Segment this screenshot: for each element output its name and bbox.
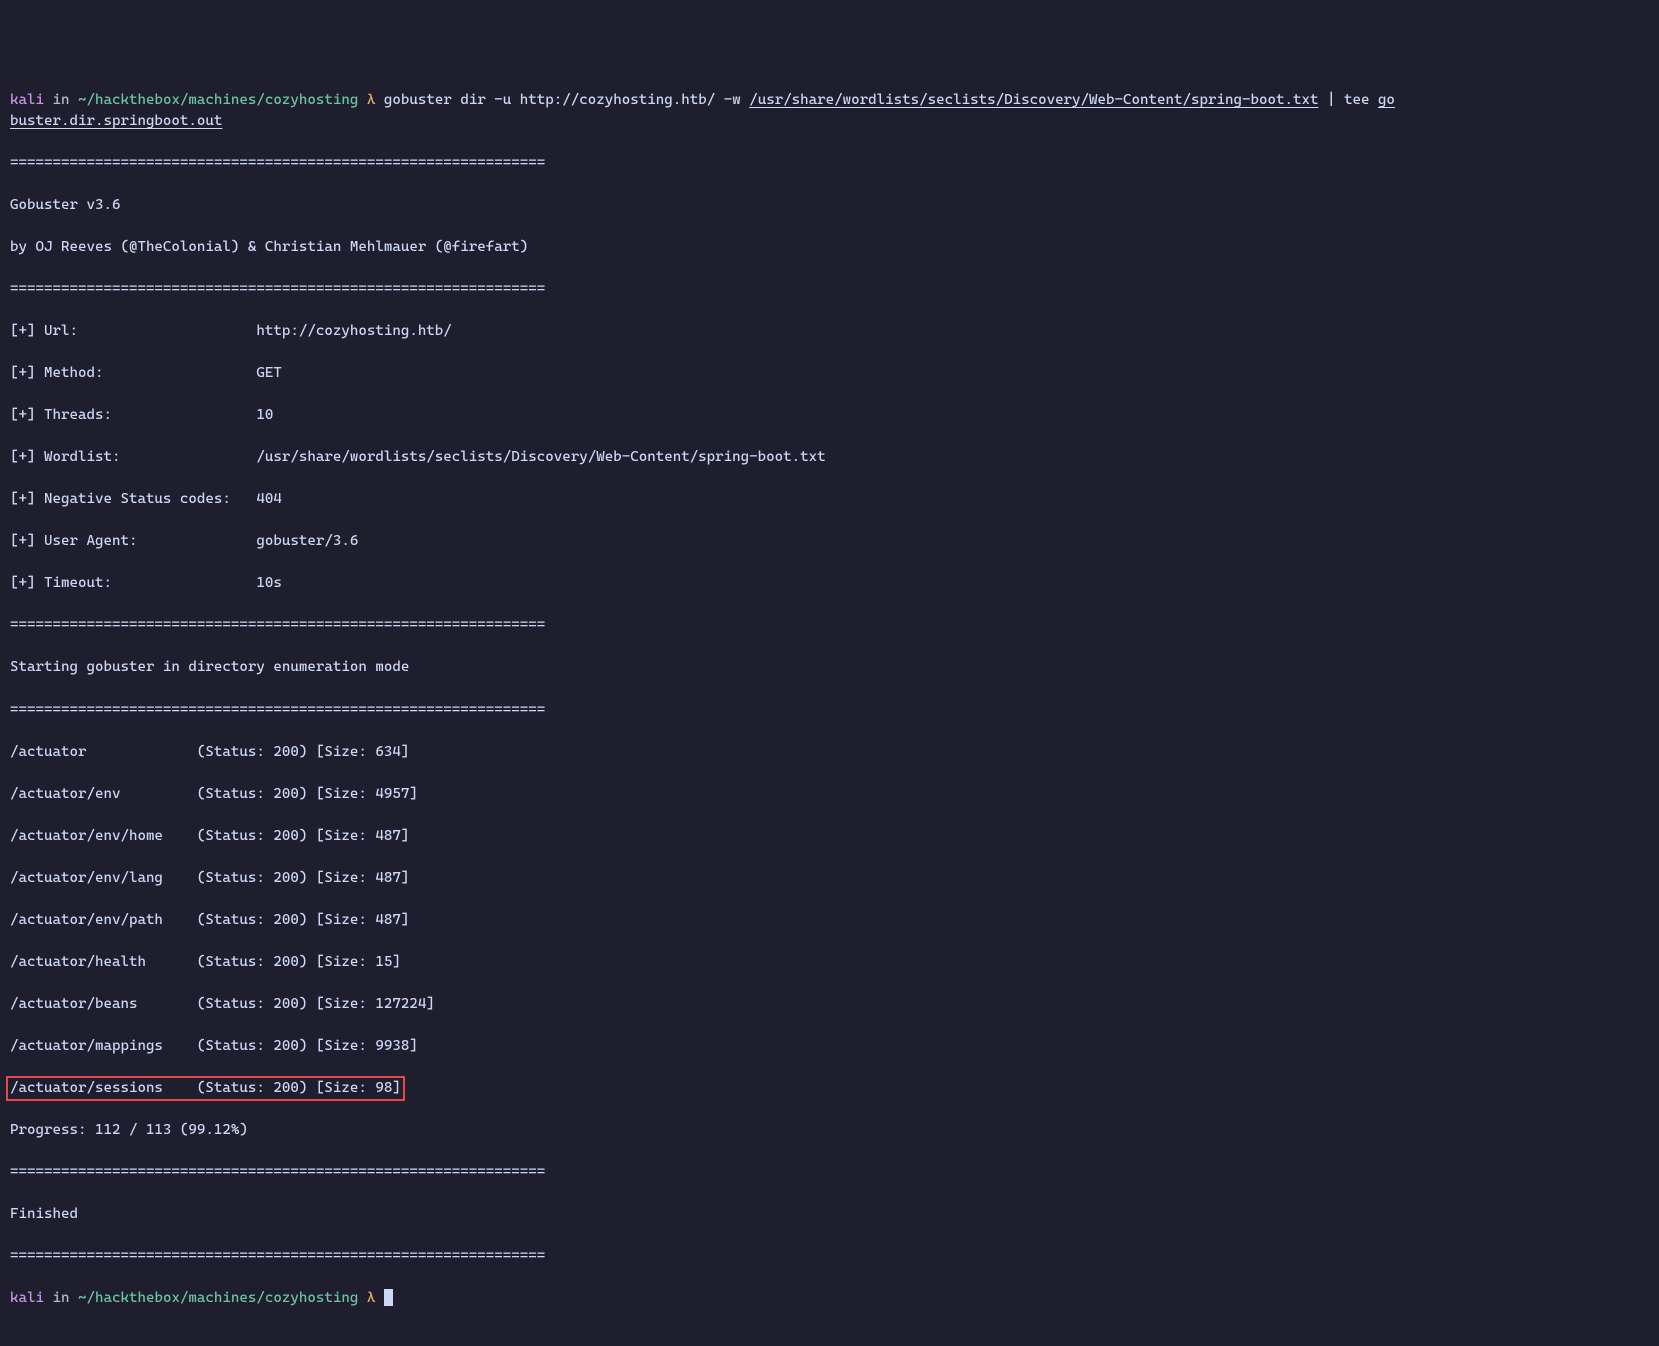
rule-line: ========================================… bbox=[10, 279, 1649, 300]
info-threads: [+] Threads: 10 bbox=[10, 405, 1649, 426]
wordlist-arg: /usr/share/wordlists/seclists/Discovery/… bbox=[749, 92, 1318, 108]
finished-line: Finished bbox=[10, 1204, 1649, 1225]
result-row: /actuator/env/lang (Status: 200) [Size: … bbox=[10, 868, 1649, 889]
rule-line: ========================================… bbox=[10, 700, 1649, 721]
info-url: [+] Url: http://cozyhosting.htb/ bbox=[10, 321, 1649, 342]
prompt-in: in bbox=[52, 1290, 69, 1306]
outfile-part2: buster.dir.springboot.out bbox=[10, 113, 222, 129]
prompt-line-2[interactable]: kali in ~/hackthebox/machines/cozyhostin… bbox=[10, 1288, 1649, 1309]
info-neg: [+] Negative Status codes: 404 bbox=[10, 489, 1649, 510]
result-row: /actuator/env/path (Status: 200) [Size: … bbox=[10, 910, 1649, 931]
result-row: /actuator/env/home (Status: 200) [Size: … bbox=[10, 826, 1649, 847]
banner-line-2: by OJ Reeves (@TheColonial) & Christian … bbox=[10, 237, 1649, 258]
progress-line: Progress: 112 / 113 (99.12%) bbox=[10, 1120, 1649, 1141]
prompt-path: ~/hackthebox/machines/cozyhosting bbox=[78, 1290, 358, 1306]
command-text: gobuster dir -u http://cozyhosting.htb/ … bbox=[384, 92, 749, 108]
outfile-part1: go bbox=[1378, 92, 1395, 108]
cursor-icon bbox=[384, 1289, 393, 1306]
pipe-char: | bbox=[1318, 92, 1344, 108]
tee-cmd: tee bbox=[1344, 92, 1378, 108]
prompt-lambda-icon: λ bbox=[367, 92, 376, 108]
prompt-line-1[interactable]: kali in ~/hackthebox/machines/cozyhostin… bbox=[10, 90, 1649, 132]
info-timeout: [+] Timeout: 10s bbox=[10, 573, 1649, 594]
rule-line: ========================================… bbox=[10, 615, 1649, 636]
starting-line: Starting gobuster in directory enumerati… bbox=[10, 657, 1649, 678]
rule-line: ========================================… bbox=[10, 1162, 1649, 1183]
banner-line-1: Gobuster v3.6 bbox=[10, 195, 1649, 216]
highlighted-result: /actuator/sessions (Status: 200) [Size: … bbox=[6, 1076, 405, 1101]
info-ua: [+] User Agent: gobuster/3.6 bbox=[10, 531, 1649, 552]
result-row: /actuator/mappings (Status: 200) [Size: … bbox=[10, 1036, 1649, 1057]
result-row: /actuator/beans (Status: 200) [Size: 127… bbox=[10, 994, 1649, 1015]
info-method: [+] Method: GET bbox=[10, 363, 1649, 384]
result-row: /actuator/env (Status: 200) [Size: 4957] bbox=[10, 784, 1649, 805]
rule-line: ========================================… bbox=[10, 1246, 1649, 1267]
prompt-user: kali bbox=[10, 92, 44, 108]
prompt-lambda-icon: λ bbox=[367, 1290, 376, 1306]
rule-line: ========================================… bbox=[10, 153, 1649, 174]
result-row: /actuator/health (Status: 200) [Size: 15… bbox=[10, 952, 1649, 973]
result-row: /actuator (Status: 200) [Size: 634] bbox=[10, 742, 1649, 763]
prompt-user: kali bbox=[10, 1290, 44, 1306]
highlighted-row-wrapper: /actuator/sessions (Status: 200) [Size: … bbox=[10, 1078, 1649, 1099]
prompt-path: ~/hackthebox/machines/cozyhosting bbox=[78, 92, 358, 108]
prompt-in: in bbox=[52, 92, 69, 108]
info-wordlist: [+] Wordlist: /usr/share/wordlists/secli… bbox=[10, 447, 1649, 468]
